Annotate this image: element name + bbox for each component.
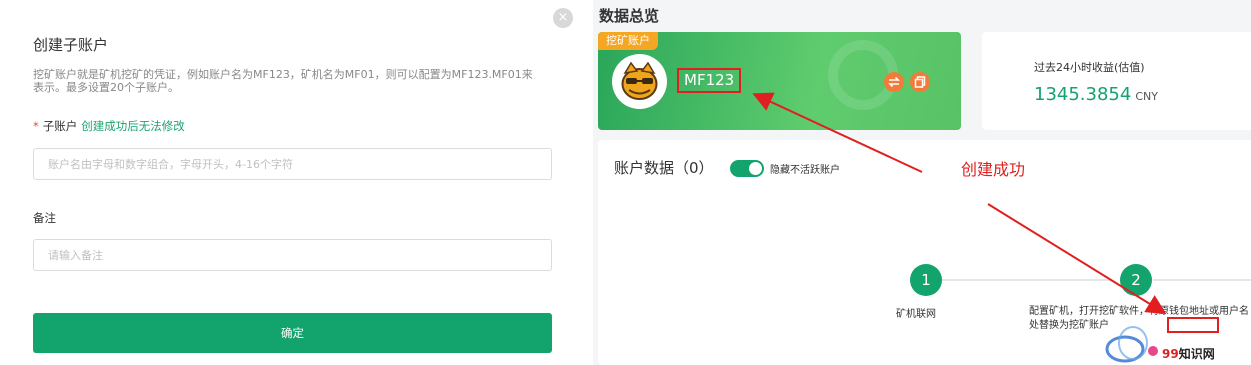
required-mark: * [33,119,39,133]
site-name: 99知识网 [1162,345,1215,362]
income-value-row: 1345.3854 CNY [1034,84,1158,105]
income-label: 过去24小时收益(估值) [1034,61,1145,74]
copy-icon[interactable] [910,72,930,92]
toggle-knob [749,162,762,175]
step-2-circle: 2 [1120,264,1152,296]
income-value: 1345.3854 [1034,84,1132,105]
site-name-prefix: 99 [1162,347,1179,361]
sub-account-input[interactable] [33,148,552,180]
page-title: 数据总览 [599,7,660,25]
site-logo-icon [1105,326,1158,363]
avatar [612,54,667,109]
account-tag: 挖矿账户 [598,32,658,50]
income-card: 过去24小时收益(估值) 1345.3854 CNY [982,32,1251,130]
income-unit: CNY [1135,90,1158,103]
step-1-text: 矿机联网 [896,309,936,320]
account-data-label: 账户数据（0） [614,159,714,177]
sub-account-label-row: * 子账户 创建成功后无法修改 [33,118,185,134]
step-connector [942,279,1112,281]
step-1-circle: 1 [910,264,942,296]
mascot-avatar-icon [621,61,658,100]
note-label: 备注 [33,211,56,225]
swap-icon[interactable] [884,72,904,92]
account-name: MF123 [677,68,742,93]
site-name-text: 知识网 [1178,347,1215,361]
site-watermark: 99知识网 [1103,321,1251,365]
hide-inactive-toggle[interactable] [730,160,764,177]
dashboard-panel: 数据总览 挖矿账户 MF123 过去24小时收益(估值) 1345.3854 C… [593,0,1251,365]
modal-description: 挖矿账户就是矿机挖矿的凭证，例如账户名为MF123，矿机名为MF01，则可以配置… [33,68,533,94]
hide-inactive-label: 隐藏不活跃账户 [770,165,840,176]
annotation-text: 创建成功 [961,160,1026,179]
create-sub-account-modal: × 创建子账户 挖矿账户就是矿机挖矿的凭证，例如账户名为MF123，矿机名为MF… [0,0,586,365]
mining-account-card: 挖矿账户 MF123 [598,32,961,130]
modal-title: 创建子账户 [33,36,109,54]
sub-account-label: 子账户 [42,119,78,133]
confirm-button[interactable]: 确定 [33,313,552,353]
note-input[interactable] [33,239,552,271]
sub-account-hint: 创建成功后无法修改 [81,119,185,133]
close-icon[interactable]: × [553,8,573,28]
step-connector [1153,279,1251,281]
